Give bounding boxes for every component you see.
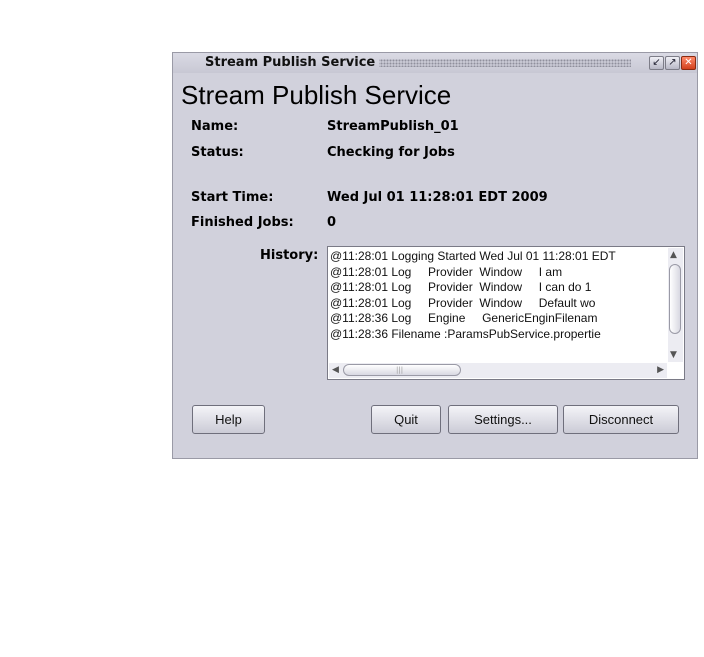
quit-button[interactable]: Quit — [371, 405, 441, 434]
disconnect-button[interactable]: Disconnect — [563, 405, 679, 434]
vertical-scroll-thumb[interactable] — [669, 264, 681, 334]
finished-jobs-label: Finished Jobs: — [191, 215, 294, 230]
title-bar-grip — [353, 59, 631, 67]
history-lines: @11:28:01 Logging Started Wed Jul 01 11:… — [330, 249, 666, 361]
help-button[interactable]: Help — [192, 405, 265, 434]
status-label: Status: — [191, 145, 244, 160]
history-line: @11:28:01 Log Provider Window Default wo — [330, 295, 596, 310]
history-log[interactable]: @11:28:01 Logging Started Wed Jul 01 11:… — [327, 246, 685, 380]
scroll-grip-icon: ||| — [396, 366, 404, 374]
scroll-up-icon[interactable]: ▲ — [670, 250, 677, 260]
name-label: Name: — [191, 119, 239, 134]
start-time-value: Wed Jul 01 11:28:01 EDT 2009 — [327, 190, 548, 205]
history-line: @11:28:01 Logging Started Wed Jul 01 11:… — [330, 249, 616, 263]
history-line: @11:28:36 Log Engine GenericEnginFilenam — [330, 311, 598, 325]
window-title: Stream Publish Service — [205, 55, 380, 70]
maximize-icon[interactable]: ↗ — [665, 56, 680, 70]
close-icon[interactable]: ✕ — [681, 56, 696, 70]
minimize-icon[interactable]: ↙ — [649, 56, 664, 70]
vertical-scrollbar[interactable]: ▲ ▼ — [668, 248, 683, 362]
scroll-down-icon[interactable]: ▼ — [670, 350, 677, 360]
history-label: History: — [260, 248, 319, 263]
scroll-left-icon[interactable]: ◀ — [332, 365, 339, 375]
history-line: @11:28:01 Log Provider Window I can do 1 — [330, 280, 592, 294]
history-line: @11:28:01 Log Provider Window I am — [330, 264, 563, 279]
stream-publish-window: Stream Publish Service ↙ ↗ ✕ Stream Publ… — [172, 52, 698, 459]
settings-button[interactable]: Settings... — [448, 405, 558, 434]
horizontal-scroll-thumb[interactable]: ||| — [343, 364, 461, 376]
page-title: Stream Publish Service — [181, 80, 452, 110]
history-line: @11:28:36 Filename :ParamsPubService.pro… — [330, 326, 601, 341]
horizontal-scrollbar[interactable]: ◀ ||| ▶ — [329, 363, 667, 378]
status-value: Checking for Jobs — [327, 145, 455, 160]
scroll-right-icon[interactable]: ▶ — [657, 365, 664, 375]
finished-jobs-value: 0 — [327, 215, 337, 230]
title-bar[interactable]: Stream Publish Service ↙ ↗ ✕ — [173, 53, 697, 73]
start-time-label: Start Time: — [191, 190, 274, 205]
name-value: StreamPublish_01 — [327, 119, 459, 134]
